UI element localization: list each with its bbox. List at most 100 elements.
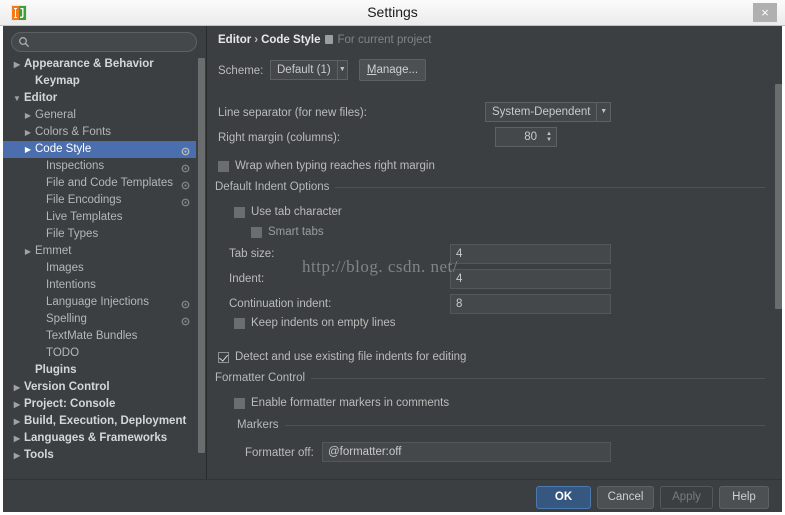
gear-icon[interactable] bbox=[181, 196, 190, 207]
code-style-form: Scheme: Default (1) ▼ Manage... Line sep… bbox=[207, 54, 774, 479]
sidebar-item-label: Images bbox=[46, 262, 84, 274]
default-indent-options-separator: Default Indent Options bbox=[215, 181, 765, 193]
sidebar-item-label: File Types bbox=[46, 228, 99, 240]
sidebar-item-textmate-bundles[interactable]: TextMate Bundles bbox=[3, 328, 196, 345]
sidebar-item-todo[interactable]: TODO bbox=[3, 345, 196, 362]
sidebar-item-code-style[interactable]: ▶ Code Style bbox=[3, 141, 196, 158]
chevron-right-icon[interactable]: ▶ bbox=[11, 396, 23, 413]
sidebar-item-version-control[interactable]: ▶ Version Control bbox=[3, 379, 196, 396]
sidebar-item-file-and-code-templates[interactable]: File and Code Templates bbox=[3, 175, 196, 192]
continuation-indent-label: Continuation indent: bbox=[229, 298, 332, 310]
sidebar-item-live-templates[interactable]: Live Templates bbox=[3, 209, 196, 226]
wrap-when-typing-checkbox[interactable]: Wrap when typing reaches right margin bbox=[218, 160, 435, 173]
sidebar-item-project-console[interactable]: ▶ Project: Console bbox=[3, 396, 196, 413]
sidebar-scrollbar[interactable] bbox=[196, 56, 206, 479]
use-tab-character-checkbox[interactable]: Use tab character bbox=[234, 206, 342, 219]
keep-indents-checkbox[interactable]: Keep indents on empty lines bbox=[234, 317, 395, 330]
sidebar-item-editor[interactable]: ▼ Editor bbox=[3, 90, 196, 107]
default-indent-options-title: Default Indent Options bbox=[215, 181, 330, 193]
spinner-arrows-icon[interactable]: ▲ ▼ bbox=[542, 128, 556, 146]
close-icon[interactable]: × bbox=[753, 3, 777, 22]
sidebar-item-label: TextMate Bundles bbox=[46, 330, 138, 342]
formatter-off-input[interactable] bbox=[322, 442, 611, 462]
sidebar-item-intentions[interactable]: Intentions bbox=[3, 277, 196, 294]
chevron-right-icon[interactable]: ▶ bbox=[22, 107, 34, 124]
sidebar-item-general[interactable]: ▶ General bbox=[3, 107, 196, 124]
sidebar-item-label: Plugins bbox=[35, 364, 77, 376]
search-input[interactable] bbox=[11, 32, 197, 52]
help-button[interactable]: Help bbox=[719, 486, 769, 509]
scheme-combo[interactable]: Default (1) ▼ bbox=[270, 60, 348, 80]
gear-icon[interactable] bbox=[181, 162, 190, 173]
chevron-right-icon[interactable]: ▶ bbox=[22, 124, 34, 141]
sidebar-item-plugins[interactable]: Plugins bbox=[3, 362, 196, 379]
right-margin-spinner[interactable]: 80 ▲ ▼ bbox=[495, 127, 557, 147]
markers-title: Markers bbox=[237, 419, 279, 431]
chevron-right-icon[interactable]: ▶ bbox=[11, 430, 23, 447]
line-separator-combo[interactable]: System-Dependent ▼ bbox=[485, 102, 611, 122]
sidebar-item-languages-frameworks[interactable]: ▶ Languages & Frameworks bbox=[3, 430, 196, 447]
checkbox-box-icon bbox=[234, 318, 245, 329]
sidebar-item-file-types[interactable]: File Types bbox=[3, 226, 196, 243]
chevron-down-icon[interactable]: ▼ bbox=[11, 90, 23, 107]
sidebar-item-appearance-behavior[interactable]: ▶ Appearance & Behavior bbox=[3, 56, 196, 73]
window-title: Settings bbox=[367, 4, 418, 20]
formatter-control-separator: Formatter Control bbox=[215, 372, 765, 384]
chevron-right-icon[interactable]: ▶ bbox=[11, 379, 23, 396]
sidebar-item-label: Project: Console bbox=[24, 398, 116, 410]
sidebar-item-keymap[interactable]: Keymap bbox=[3, 73, 196, 90]
sidebar-item-label: Intentions bbox=[46, 279, 96, 291]
chevron-right-icon[interactable]: ▶ bbox=[11, 447, 23, 464]
settings-tree[interactable]: ▶ Appearance & Behavior Keymap ▼ Editor ▶ Gene… bbox=[3, 56, 196, 479]
continuation-indent-input[interactable] bbox=[450, 294, 611, 314]
chevron-right-icon[interactable]: ▶ bbox=[22, 141, 34, 158]
sidebar-item-label: Code Style bbox=[35, 143, 92, 155]
sidebar-item-label: Emmet bbox=[35, 245, 72, 257]
smart-tabs-label: Smart tabs bbox=[268, 226, 324, 238]
sidebar-item-language-injections[interactable]: Language Injections bbox=[3, 294, 196, 311]
sidebar-item-spelling[interactable]: Spelling bbox=[3, 311, 196, 328]
cancel-button[interactable]: Cancel bbox=[597, 486, 654, 509]
sidebar-item-label: Live Templates bbox=[46, 211, 123, 223]
detail-scrollbar-thumb[interactable] bbox=[775, 84, 782, 309]
gear-icon[interactable] bbox=[181, 179, 190, 190]
sidebar-item-colors-fonts[interactable]: ▶ Colors & Fonts bbox=[3, 124, 196, 141]
checkbox-checked-icon bbox=[218, 352, 229, 363]
chevron-right-icon[interactable]: ▶ bbox=[22, 243, 34, 260]
keep-indents-label: Keep indents on empty lines bbox=[251, 317, 396, 329]
sidebar-item-inspections[interactable]: Inspections bbox=[3, 158, 196, 175]
sidebar-item-file-encodings[interactable]: File Encodings bbox=[3, 192, 196, 209]
sidebar-item-label: Keymap bbox=[35, 75, 80, 87]
smart-tabs-checkbox[interactable]: Smart tabs bbox=[251, 226, 324, 239]
tab-size-input[interactable] bbox=[450, 244, 611, 264]
apply-button[interactable]: Apply bbox=[660, 486, 713, 509]
chevron-right-icon[interactable]: ▶ bbox=[11, 56, 23, 73]
sidebar-item-tools[interactable]: ▶ Tools bbox=[3, 447, 196, 464]
sidebar-item-label: Colors & Fonts bbox=[35, 126, 112, 138]
detect-indents-checkbox[interactable]: Detect and use existing file indents for… bbox=[218, 351, 466, 364]
ok-button[interactable]: OK bbox=[536, 486, 591, 509]
chevron-right-icon[interactable]: ▶ bbox=[11, 413, 23, 430]
manage-button[interactable]: Manage... bbox=[359, 59, 426, 81]
gear-icon[interactable] bbox=[181, 315, 190, 326]
sidebar-scrollbar-thumb[interactable] bbox=[198, 58, 205, 453]
sidebar-item-build-execution-deployment[interactable]: ▶ Build, Execution, Deployment bbox=[3, 413, 196, 430]
markers-separator: Markers bbox=[237, 419, 765, 431]
enable-formatter-markers-checkbox[interactable]: Enable formatter markers in comments bbox=[234, 397, 449, 410]
sidebar-item-label: File Encodings bbox=[46, 194, 122, 206]
sidebar-item-emmet[interactable]: ▶ Emmet bbox=[3, 243, 196, 260]
breadcrumb-root: Editor bbox=[218, 34, 252, 46]
breadcrumb: Editor › Code Style For current project bbox=[218, 34, 431, 46]
sidebar-item-label: Editor bbox=[24, 92, 58, 104]
gear-icon[interactable] bbox=[181, 298, 190, 309]
indent-label: Indent: bbox=[229, 273, 265, 285]
settings-dialog: Settings × ▶ Appearance & Behavior Keymap ▼… bbox=[0, 0, 785, 515]
checkbox-box-icon bbox=[234, 398, 245, 409]
search-box bbox=[11, 32, 197, 52]
detail-scrollbar[interactable] bbox=[773, 54, 782, 479]
indent-input[interactable] bbox=[450, 269, 611, 289]
line-separator-label: Line separator (for new files): bbox=[218, 107, 367, 119]
sidebar-item-label: File and Code Templates bbox=[46, 177, 173, 189]
gear-icon[interactable] bbox=[181, 145, 190, 156]
sidebar-item-images[interactable]: Images bbox=[3, 260, 196, 277]
